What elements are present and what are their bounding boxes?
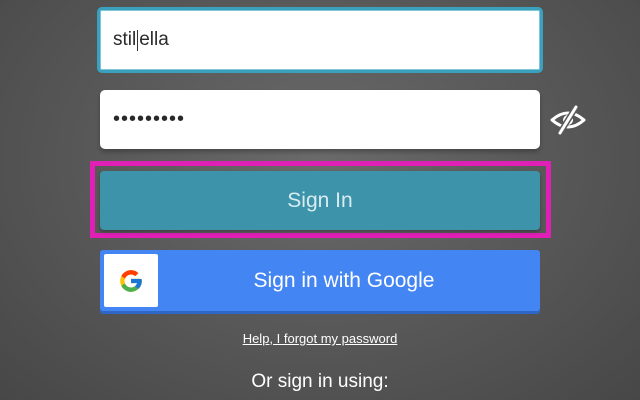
google-logo-icon: [104, 254, 158, 307]
google-sign-in-button[interactable]: Sign in with Google: [100, 250, 540, 311]
password-input[interactable]: •••••••••: [100, 90, 540, 149]
eye-slash-icon[interactable]: [549, 104, 587, 136]
username-text-start: stil: [113, 29, 137, 50]
username-input[interactable]: stil ella: [97, 7, 543, 73]
sign-in-button[interactable]: Sign In: [100, 171, 540, 230]
alternate-sign-in-heading: Or sign in using:: [251, 371, 389, 392]
forgot-password-link[interactable]: Help, I forgot my password: [0, 331, 640, 346]
password-masked-text: •••••••••: [113, 108, 186, 130]
google-button-label: Sign in with Google: [253, 268, 435, 292]
username-text-end: ella: [139, 29, 169, 50]
text-caret: [137, 29, 139, 51]
